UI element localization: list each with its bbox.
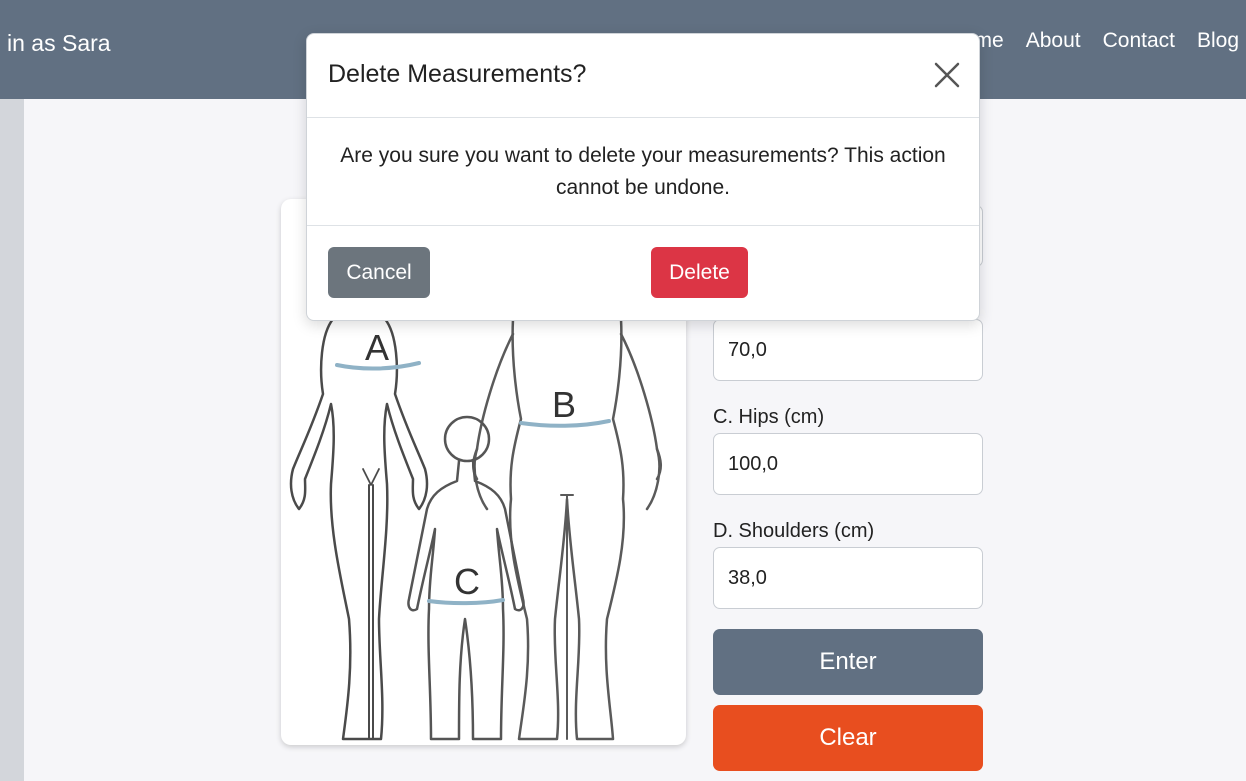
hips-label: C. Hips (cm) [713,406,825,428]
nav-link-about[interactable]: About [1026,29,1081,53]
nav-link-blog[interactable]: Blog [1197,29,1239,53]
shoulders-input[interactable] [713,547,983,609]
modal-body: Are you sure you want to delete your mea… [307,118,979,226]
label-b: B [552,384,576,425]
modal-header: Delete Measurements? [307,34,979,118]
shoulders-label: D. Shoulders (cm) [713,520,875,542]
logged-in-user-text: in as Sara [7,30,111,56]
close-icon[interactable] [933,61,961,89]
enter-button[interactable]: Enter [713,629,983,695]
delete-button[interactable]: Delete [651,247,748,298]
nav-links: me About Contact Blog [975,29,1239,53]
field-input-1[interactable] [713,319,983,381]
modal-footer: Cancel Delete [307,226,979,320]
delete-confirm-modal: Delete Measurements? Are you sure you wa… [306,33,980,321]
woman-outline [289,317,429,741]
label-a: A [365,327,389,368]
cancel-button[interactable]: Cancel [328,247,430,298]
modal-title: Delete Measurements? [328,60,587,88]
nav-link-contact[interactable]: Contact [1103,29,1175,53]
label-c: C [454,561,480,602]
hips-input[interactable] [713,433,983,495]
clear-button[interactable]: Clear [713,705,983,771]
